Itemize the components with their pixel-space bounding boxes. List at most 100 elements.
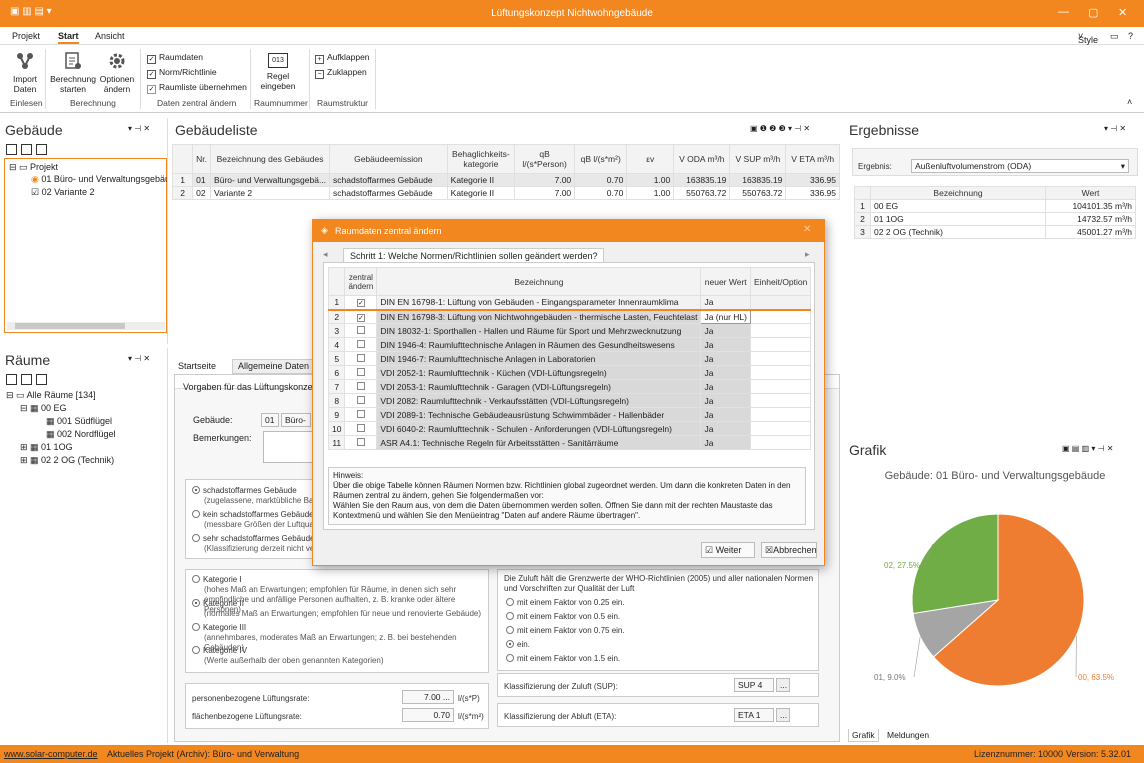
col-bezeichnung[interactable]: Bezeichnung des Gebäudes <box>210 144 331 174</box>
faktor-radio[interactable]: mit einem Faktor von 0.25 ein. <box>506 598 625 607</box>
norm-row[interactable]: 5 DIN 1946-7: Raumlufttechnische Anlagen … <box>327 351 812 366</box>
panel-menu-icon[interactable]: ▾ ⊣ ✕ <box>1104 124 1126 133</box>
tree-root[interactable]: ⊟ ▭ Projekt <box>9 162 58 173</box>
tree-item-gebaeude-2[interactable]: ☑ 02 Variante 2 <box>31 187 94 198</box>
tab-startseite[interactable]: Startseite <box>178 361 216 371</box>
zentral-aendern-checkbox[interactable] <box>344 365 378 380</box>
emission-radio[interactable]: kein schadstoffarmes Gebäude (messbare Gr… <box>192 510 314 530</box>
neuer-wert-field[interactable]: Ja <box>700 365 751 380</box>
ergebnis-select[interactable]: Außenluftvolumenstrom (ODA) ▾ <box>911 159 1129 173</box>
weiter-button[interactable]: ☑ Weiter <box>701 542 755 558</box>
col-kategorie[interactable]: Behaglichkeits-kategorie <box>446 144 516 174</box>
sup-picker-button[interactable]: ... <box>776 678 790 692</box>
zentral-aendern-checkbox[interactable] <box>344 351 378 366</box>
norm-row[interactable]: 9 VDI 2089-1: Technische Gebäudeausrüstun… <box>327 407 812 422</box>
faktor-radio[interactable]: mit einem Faktor von 0.5 ein. <box>506 612 620 621</box>
sup-field[interactable]: SUP 4 <box>734 678 774 692</box>
help-icon[interactable]: ? <box>1128 31 1133 41</box>
emission-radio[interactable]: schadstoffarmes Gebäude (zugelassene, mar… <box>192 486 314 506</box>
norm-row[interactable]: 6 VDI 2052-1: Raumlufttechnik - Küchen (V… <box>327 365 812 380</box>
col-bezeichnung[interactable]: Bezeichnung <box>870 186 1046 200</box>
col-einheit[interactable]: Einheit/Option <box>749 267 812 296</box>
gebaeude-nr-field[interactable]: 01 <box>261 413 279 427</box>
menu-projekt[interactable]: Projekt <box>12 31 40 41</box>
new-icon[interactable] <box>6 374 17 385</box>
zentral-aendern-checkbox[interactable] <box>344 379 378 394</box>
col-wert[interactable]: Wert <box>1045 186 1136 200</box>
menu-ansicht[interactable]: Ansicht <box>95 31 125 41</box>
zentral-aendern-checkbox[interactable] <box>344 407 378 422</box>
bemerkungen-field[interactable] <box>263 431 313 463</box>
menu-start[interactable]: Start <box>58 31 79 44</box>
norm-row[interactable]: 3 DIN 18032-1: Sporthallen - Hallen und R… <box>327 323 812 338</box>
neuer-wert-field[interactable]: Ja <box>700 393 751 408</box>
panel-menu-icon[interactable]: ▾ ⊣ ✕ <box>128 354 150 363</box>
neuer-wert-field[interactable]: Ja (nur HL) <box>700 309 751 324</box>
step-next-icon[interactable]: ▸ <box>805 249 810 260</box>
delete-icon[interactable] <box>36 374 47 385</box>
col-v-eta[interactable]: V ETA m³/h <box>785 144 840 174</box>
col-qb-person[interactable]: qB l/(s*Person) <box>514 144 576 174</box>
norm-row[interactable]: 2 ✓ DIN EN 16798-3: Lüftung von Nichtwohng… <box>327 309 812 324</box>
faktor-radio[interactable]: mit einem Faktor von 1.5 ein. <box>506 654 620 663</box>
raumliste-uebernehmen-checkbox[interactable]: ✓ Raumliste übernehmen <box>147 82 247 94</box>
zentral-aendern-checkbox[interactable] <box>344 435 378 450</box>
neuer-wert-field[interactable]: Ja <box>700 407 751 422</box>
zentral-aendern-checkbox[interactable]: ✓ <box>344 295 378 310</box>
norm-row[interactable]: 1 ✓ DIN EN 16798-1: Lüftung von Gebäuden -… <box>327 295 812 310</box>
optionen-aendern-button[interactable]: Optionen ändern <box>97 51 137 94</box>
norm-row[interactable]: 10 VDI 6040-2: Raumlufttechnik - Schulen … <box>327 421 812 436</box>
grafik-toolbar-icons[interactable]: ▣ ▤ ▥ ▾ ⊣ ✕ <box>1062 444 1113 453</box>
norm-row[interactable]: 7 VDI 2053-1: Raumlufttechnik - Garagen (… <box>327 379 812 394</box>
delete-icon[interactable] <box>36 144 47 155</box>
table-row[interactable]: 2 01 1OG 14732.57 m³/h <box>854 212 1136 226</box>
neuer-wert-field[interactable]: Ja <box>700 295 751 310</box>
tree-item-nordfluegel[interactable]: ▦ 002 Nordflügel <box>46 429 116 440</box>
faktor-radio[interactable]: mit einem Faktor von 0.75 ein. <box>506 626 625 635</box>
collapse-ribbon-icon[interactable]: ˄ <box>1127 97 1132 107</box>
website-link[interactable]: www.solar-computer.de <box>4 749 98 759</box>
close-icon[interactable]: ✕ <box>1118 6 1127 19</box>
zentral-aendern-checkbox[interactable] <box>344 421 378 436</box>
panel-menu-icon[interactable]: ▾ ⊣ ✕ <box>128 124 150 133</box>
horizontal-scrollbar[interactable] <box>7 322 165 330</box>
regel-eingeben-button[interactable]: 013 Regel eingeben <box>258 53 298 91</box>
step-tab[interactable]: Schritt 1: Welche Normen/Richtlinien sol… <box>343 248 605 263</box>
zentral-aendern-checkbox[interactable] <box>344 323 378 338</box>
norm-richtlinie-button[interactable]: ✓ Norm/Richtlinie <box>147 67 217 79</box>
import-daten-button[interactable]: Import Daten <box>8 51 42 94</box>
copy-icon[interactable] <box>21 144 32 155</box>
minimize-icon[interactable]: — <box>1058 6 1069 18</box>
tab-meldungen[interactable]: Meldungen <box>881 729 935 741</box>
tree-item-gebaeude-1[interactable]: ◉ 01 Büro- und Verwaltungsgebäu <box>31 174 167 185</box>
col-v-sup[interactable]: V SUP m³/h <box>729 144 787 174</box>
neuer-wert-field[interactable]: Ja <box>700 323 751 338</box>
new-icon[interactable] <box>6 144 17 155</box>
col-zentral-aendern[interactable]: zentral ändern <box>344 267 378 296</box>
aufklappen-button[interactable]: + Aufklappen <box>315 52 370 64</box>
zentral-aendern-checkbox[interactable]: ✓ <box>344 309 378 324</box>
maximize-icon[interactable]: ▢ <box>1088 6 1098 19</box>
col-qb-flaeche[interactable]: qB l/(s*m²) <box>574 144 628 174</box>
norm-row[interactable]: 4 DIN 1946-4: Raumlufttechnische Anlagen … <box>327 337 812 352</box>
norm-row[interactable]: 8 VDI 2082: Raumlufttechnik - Verkaufsstä… <box>327 393 812 408</box>
step-prev-icon[interactable]: ◂ <box>323 249 328 260</box>
zentral-aendern-checkbox[interactable] <box>344 337 378 352</box>
zentral-aendern-checkbox[interactable] <box>344 393 378 408</box>
personen-rate-field[interactable]: 7.00 ... <box>402 690 454 704</box>
tree-item-1og[interactable]: ⊞ ▦ 01 1OG <box>20 442 73 453</box>
kategorie-radio[interactable]: Kategorie II (normales Maß an Erwartungen… <box>192 599 486 619</box>
flaechen-rate-field[interactable]: 0.70 <box>402 708 454 722</box>
neuer-wert-field[interactable]: Ja <box>700 379 751 394</box>
neuer-wert-field[interactable]: Ja <box>700 351 751 366</box>
table-row[interactable]: 2 02 Variante 2 schadstoffarmes Gebäude Kate… <box>171 186 840 200</box>
copy-icon[interactable] <box>21 374 32 385</box>
tree-item-eg[interactable]: ⊟ ▦ 00 EG <box>20 403 67 414</box>
monitor-icon[interactable]: ▭ <box>1110 31 1119 42</box>
col-ev[interactable]: εv <box>626 144 675 174</box>
eta-field[interactable]: ETA 1 <box>734 708 774 722</box>
dialog-close-icon[interactable]: ✕ <box>803 224 811 235</box>
col-emission[interactable]: Gebäudeemission <box>329 144 448 174</box>
table-row[interactable]: 3 02 2 OG (Technik) 45001.27 m³/h <box>854 225 1136 239</box>
neuer-wert-field[interactable]: Ja <box>700 435 751 450</box>
